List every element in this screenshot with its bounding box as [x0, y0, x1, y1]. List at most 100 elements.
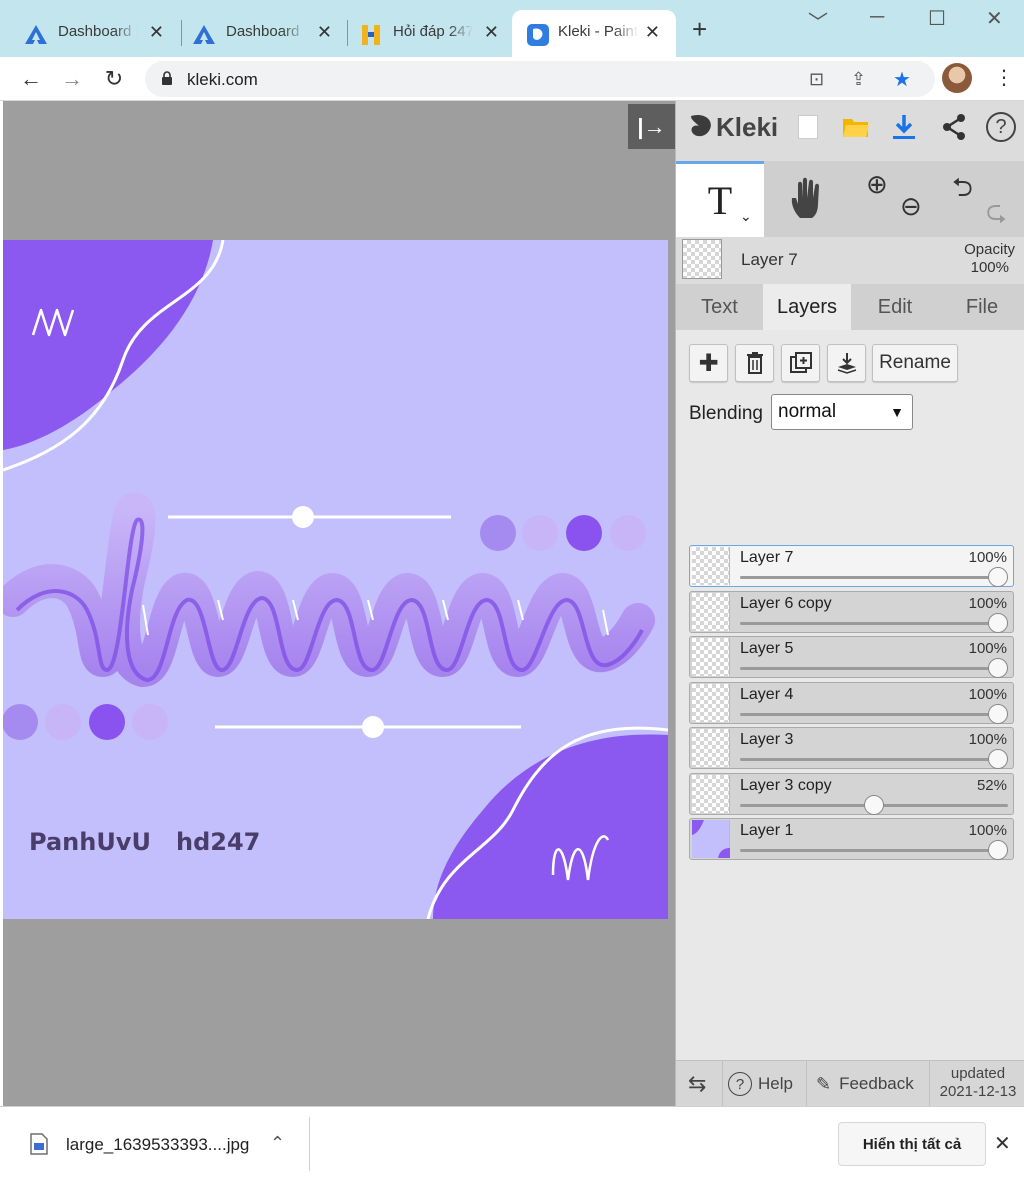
- close-icon[interactable]: ✕: [317, 22, 332, 42]
- zoom-out-icon[interactable]: ⊖: [900, 191, 922, 222]
- current-layer-info: Layer 7 Opacity 100%: [676, 237, 1024, 283]
- share-icon[interactable]: ⇪: [851, 69, 866, 90]
- text-tool-button[interactable]: T ⌄: [676, 161, 764, 237]
- profile-avatar[interactable]: [942, 63, 972, 93]
- layer-row-layer-6-copy[interactable]: Layer 6 copy 100%: [689, 591, 1014, 633]
- kleki-logo[interactable]: Kleki: [686, 109, 778, 145]
- duplicate-layer-icon[interactable]: [781, 344, 820, 382]
- layer-row-layer-1[interactable]: Layer 1 100%: [689, 818, 1014, 860]
- layer-row-layer-5[interactable]: Layer 5 100%: [689, 636, 1014, 678]
- layer-row-layer-3-copy[interactable]: Layer 3 copy 52%: [689, 773, 1014, 815]
- layer-thumbnail: [692, 729, 730, 767]
- rename-layer-button[interactable]: Rename: [872, 344, 958, 382]
- artwork-signature: PanhUvU hd247: [29, 828, 260, 856]
- layer-thumbnail: [692, 775, 730, 813]
- tab-edit[interactable]: Edit: [851, 284, 939, 330]
- layer-name: Layer 3: [740, 731, 794, 748]
- close-window-icon[interactable]: ✕: [986, 6, 1003, 31]
- hide-panel-button[interactable]: |→: [628, 104, 675, 149]
- chevron-up-icon[interactable]: ⌃: [270, 1133, 285, 1154]
- download-filename[interactable]: large_1639533393....jpg: [66, 1135, 249, 1155]
- zoom-buttons[interactable]: ⊕ ⊖: [852, 161, 938, 237]
- layer-opacity-knob[interactable]: [988, 749, 1008, 769]
- deco-dot: [89, 704, 125, 740]
- panel-header: Kleki ?: [676, 101, 1024, 153]
- close-icon[interactable]: ✕: [645, 22, 660, 42]
- layer-opacity-track[interactable]: [740, 713, 1008, 716]
- deco-dot: [132, 704, 168, 740]
- browser-tab-kleki[interactable]: Kleki - Paint ✕: [512, 10, 676, 57]
- blending-value: normal: [778, 401, 837, 422]
- minimize-icon[interactable]: ─: [870, 6, 884, 29]
- layer-opacity-track[interactable]: [740, 622, 1008, 625]
- hand-tool-button[interactable]: [764, 161, 852, 237]
- drawing-canvas[interactable]: PanhUvU hd247: [3, 240, 668, 919]
- layer-name: Layer 1: [740, 822, 794, 839]
- bookmark-star-icon[interactable]: ★: [893, 67, 911, 92]
- blending-select[interactable]: normal ▼: [771, 394, 913, 430]
- layer-opacity-knob[interactable]: [988, 613, 1008, 633]
- swap-side-icon[interactable]: ⇆: [688, 1061, 706, 1107]
- browser-tab-dashboard-2[interactable]: Dashboard - ✕: [168, 10, 348, 57]
- merge-down-icon[interactable]: [827, 344, 866, 382]
- kleki-side-panel: Kleki ? T ⌄ ⊕ ⊖ ⮌ ⮎ Layer 7 Opacity 100%…: [675, 101, 1024, 1107]
- panel-tabs: Text Layers Edit File: [676, 284, 1024, 330]
- layer-opacity-knob[interactable]: [988, 567, 1008, 587]
- layer-opacity: 100%: [968, 731, 1007, 748]
- chevron-down-icon[interactable]: ⌄: [740, 208, 752, 225]
- layer-row-layer-4[interactable]: Layer 4 100%: [689, 682, 1014, 724]
- help-icon[interactable]: ?: [985, 111, 1017, 143]
- browser-tab-hoidap[interactable]: Hỏi đáp 247 ✕: [335, 10, 515, 57]
- layer-opacity: 100%: [968, 686, 1007, 703]
- layer-opacity-knob[interactable]: [864, 795, 885, 815]
- redo-icon[interactable]: ⮎: [986, 193, 1007, 237]
- close-icon[interactable]: ✕: [994, 1131, 1011, 1156]
- close-icon[interactable]: ✕: [149, 22, 164, 42]
- layer-row-layer-7[interactable]: Layer 7 100%: [689, 545, 1014, 587]
- tab-layers[interactable]: Layers: [763, 284, 851, 330]
- back-icon[interactable]: ←: [16, 64, 46, 94]
- tab-file[interactable]: File: [939, 284, 1024, 330]
- deco-dot: [45, 704, 81, 740]
- layer-opacity-track[interactable]: [740, 576, 1008, 579]
- layer-opacity-knob[interactable]: [988, 658, 1008, 678]
- url-text: kleki.com: [187, 70, 258, 89]
- updated-date: 2021-12-13: [939, 1083, 1017, 1100]
- forward-icon[interactable]: →: [57, 64, 87, 94]
- new-tab-button[interactable]: +: [692, 16, 707, 42]
- menu-kebab-icon[interactable]: ⋮: [994, 65, 1014, 90]
- layer-opacity-track[interactable]: [740, 667, 1008, 670]
- tab-label: Dashboard -: [226, 23, 306, 40]
- share-icon[interactable]: [938, 111, 970, 143]
- layer-opacity-track[interactable]: [740, 849, 1008, 852]
- undo-icon[interactable]: ⮌: [952, 169, 973, 213]
- browser-tab-strip: Dashboard | ✕ Dashboard - ✕ Hỏi đáp 247 …: [0, 0, 1024, 57]
- delete-layer-icon[interactable]: [735, 344, 774, 382]
- maximize-icon[interactable]: ☐: [928, 6, 946, 31]
- browser-tab-dashboard-1[interactable]: Dashboard | ✕: [0, 10, 180, 57]
- translate-icon[interactable]: ⊡: [809, 69, 824, 90]
- layer-opacity-knob[interactable]: [988, 704, 1008, 724]
- help-button[interactable]: ? Help: [728, 1061, 793, 1107]
- reload-icon[interactable]: ↻: [99, 64, 129, 94]
- layer-opacity-knob[interactable]: [988, 840, 1008, 860]
- open-folder-icon[interactable]: [840, 111, 872, 143]
- tab-search-icon[interactable]: ﹀: [808, 6, 828, 35]
- tab-text[interactable]: Text: [676, 284, 763, 330]
- layer-row-layer-3[interactable]: Layer 3 100%: [689, 727, 1014, 769]
- undo-redo-buttons[interactable]: ⮌ ⮎: [938, 161, 1024, 237]
- updated-label: updated: [950, 1065, 1006, 1082]
- layer-opacity-track[interactable]: [740, 758, 1008, 761]
- update-info[interactable]: updated 2021-12-13: [934, 1065, 1022, 1101]
- layer-thumbnail: [692, 638, 730, 676]
- address-bar[interactable]: kleki.com ⊡ ⇪ ★: [145, 61, 935, 97]
- show-all-downloads-button[interactable]: Hiển thị tất cả: [838, 1122, 986, 1166]
- zoom-in-icon[interactable]: ⊕: [866, 169, 888, 200]
- new-image-icon[interactable]: [792, 111, 824, 143]
- feedback-button[interactable]: ✎ Feedback: [816, 1061, 914, 1107]
- download-icon[interactable]: [888, 111, 920, 143]
- add-layer-icon[interactable]: ✚: [689, 344, 728, 382]
- close-icon[interactable]: ✕: [484, 22, 499, 42]
- layers-tab-body: ✚ Rename Blending normal ▼ Layer 7 100%: [676, 330, 1024, 1060]
- tab-label: Dashboard |: [58, 23, 138, 40]
